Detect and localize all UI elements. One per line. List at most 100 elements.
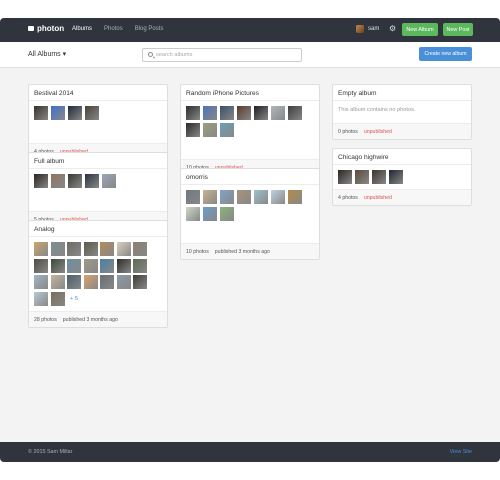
search-placeholder: search albums [156,52,193,58]
photo-thumbnail[interactable] [67,258,81,273]
toolbar: All Albums ▾ search albums Create new al… [0,42,500,68]
photo-thumbnail[interactable] [355,170,369,184]
photo-thumbnail[interactable] [50,275,65,289]
photo-thumbnail[interactable] [237,106,251,120]
photo-thumbnail[interactable] [220,106,234,120]
brand-name: photon [37,24,65,33]
album-title[interactable]: Full album [29,153,167,169]
photo-thumbnail[interactable] [271,190,285,204]
camera-icon [28,26,34,31]
photo-thumbnail[interactable] [203,106,217,120]
user-menu[interactable]: sam [356,25,379,33]
photo-thumbnail[interactable] [389,170,403,184]
photo-thumbnail[interactable] [100,275,114,289]
photo-thumbnail[interactable] [34,242,48,256]
photo-thumbnail[interactable] [133,275,147,289]
album-thumbs [29,169,167,193]
nav-photos[interactable]: Photos [104,26,123,32]
photo-thumbnail[interactable] [34,258,48,273]
album-title[interactable]: Analog [29,221,167,237]
photo-thumbnail[interactable] [100,258,114,273]
photo-thumbnail[interactable] [68,174,82,188]
album-footer: 10 photos published 3 months ago [181,243,319,259]
photo-thumbnail[interactable] [116,258,131,273]
album-card-bestival[interactable]: Bestival 2014 4 photos unpublished [28,84,168,160]
photo-count: 10 photos [186,249,209,255]
photo-thumbnail[interactable] [372,170,386,184]
photo-thumbnail[interactable] [288,190,302,204]
photo-thumbnail[interactable] [34,174,48,188]
photo-count: 28 photos [34,317,57,323]
status-text: published 3 months ago [214,249,270,255]
user-name: sam [368,26,380,32]
album-title[interactable]: Chicago highwire [333,149,471,165]
photo-thumbnail[interactable] [83,258,98,273]
photo-thumbnail[interactable] [186,123,200,137]
photo-thumbnail[interactable] [203,207,217,221]
new-album-button[interactable]: New Album [402,23,438,36]
nav-blog-posts[interactable]: Blog Posts [135,26,164,32]
new-post-button[interactable]: New Post [443,23,473,36]
photo-thumbnail[interactable] [220,123,234,137]
album-title[interactable]: Empty album [333,85,471,101]
photo-thumbnail[interactable] [34,106,48,120]
photo-thumbnail[interactable] [102,174,116,188]
photo-thumbnail[interactable] [83,242,98,256]
all-albums-dropdown[interactable]: All Albums ▾ [28,50,66,58]
photo-thumbnail[interactable] [85,174,99,188]
photo-thumbnail[interactable] [220,207,234,221]
photo-thumbnail[interactable] [186,207,200,221]
album-card-full[interactable]: Full album 5 photos unpublished [28,152,168,228]
photo-thumbnail[interactable] [133,242,147,256]
photo-thumbnail[interactable] [85,106,99,120]
photo-thumbnail[interactable] [338,170,352,184]
photo-thumbnail[interactable] [254,106,268,120]
brand-logo[interactable]: photon [28,24,64,33]
photo-thumbnail[interactable] [271,106,285,120]
view-site-link[interactable]: View Site [450,449,472,455]
photo-thumbnail[interactable] [220,190,234,204]
album-title[interactable]: omorris [181,169,319,185]
photo-thumbnail[interactable] [34,275,48,289]
photo-thumbnail[interactable] [50,242,65,256]
album-title[interactable]: Random iPhone Pictures [181,85,319,101]
photo-thumbnail[interactable] [68,106,82,120]
top-navbar: photon Albums Photos Blog Posts sam ⚙ Ne… [0,18,500,42]
photo-thumbnail[interactable] [67,242,81,256]
photo-thumbnail[interactable] [116,242,131,256]
photo-thumbnail[interactable] [203,123,217,137]
photo-thumbnail[interactable] [50,291,65,306]
album-thumbs [181,185,319,226]
search-input[interactable]: search albums [142,48,302,62]
photo-thumbnail[interactable] [186,106,200,120]
album-title[interactable]: Bestival 2014 [29,85,167,101]
photo-thumbnail[interactable] [203,190,217,204]
photo-thumbnail[interactable] [83,275,98,289]
album-footer: 0 photos unpublished [333,123,471,139]
photo-thumbnail[interactable] [67,275,81,289]
photo-thumbnail[interactable] [116,275,131,289]
photo-thumbnail[interactable] [133,258,147,273]
album-card-omorris[interactable]: omorris 10 photos published 3 months ago [180,168,320,260]
photo-thumbnail[interactable] [237,190,251,204]
more-photos-link[interactable]: + 5 [67,292,81,306]
album-card-empty[interactable]: Empty album This album contains no photo… [332,84,472,140]
photo-thumbnail[interactable] [288,106,302,120]
photo-thumbnail[interactable] [254,190,268,204]
album-thumbs [333,165,471,189]
photo-thumbnail[interactable] [51,174,65,188]
photo-count: 4 photos [338,195,358,201]
photo-thumbnail[interactable] [50,258,65,273]
photo-count: 0 photos [338,129,358,135]
album-card-analog[interactable]: Analog + 5 28 photos published 3 months … [28,220,168,328]
photo-thumbnail[interactable] [186,190,200,204]
photo-thumbnail[interactable] [100,242,114,256]
create-album-button[interactable]: Create new album [419,47,472,61]
photo-thumbnail[interactable] [34,291,48,306]
photo-thumbnail[interactable] [51,106,65,120]
nav-albums[interactable]: Albums [72,26,92,32]
gear-icon[interactable]: ⚙ [389,25,397,33]
album-card-iphone[interactable]: Random iPhone Pictures 10 photos unpubli… [180,84,320,176]
copyright: © 2015 Sam Millar [28,449,73,455]
album-card-chicago[interactable]: Chicago highwire 4 photos unpublished [332,148,472,206]
